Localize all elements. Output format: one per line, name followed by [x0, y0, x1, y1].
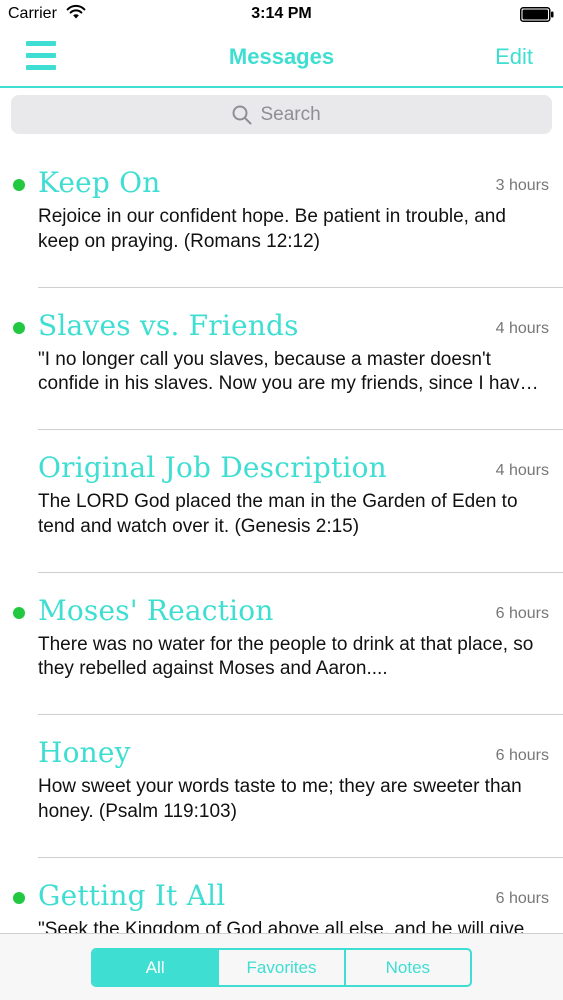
message-time: 4 hours — [495, 462, 549, 479]
message-item-moses-reaction[interactable]: Moses' Reaction 6 hours There was no wat… — [0, 573, 563, 715]
message-item-honey[interactable]: Honey 6 hours How sweet your words taste… — [0, 715, 563, 858]
message-item-original-job-description[interactable]: Original Job Description 4 hours The LOR… — [0, 430, 563, 573]
message-time: 3 hours — [495, 177, 549, 194]
status-bar: Carrier 3:14 PM — [0, 0, 563, 30]
message-title: Original Job Description — [38, 451, 387, 484]
filter-segmented-control: All Favorites Notes — [91, 948, 472, 987]
message-preview: How sweet your words taste to me; they a… — [38, 776, 522, 822]
message-item-getting-it-all[interactable]: Getting It All 6 hours "Seek the Kingdom… — [0, 858, 563, 934]
message-preview: There was no water for the people to dri… — [38, 633, 534, 680]
message-item-slaves-vs-friends[interactable]: Slaves vs. Friends 4 hours "I no longer … — [0, 288, 563, 430]
message-time: 4 hours — [495, 319, 549, 337]
filter-tab-notes[interactable]: Notes — [343, 950, 470, 985]
unread-dot — [13, 179, 25, 191]
filter-tab-all[interactable]: All — [93, 950, 218, 985]
message-preview: "Seek the Kingdom of God above all else,… — [38, 918, 525, 934]
unread-dot — [13, 891, 25, 904]
search-bar[interactable] — [11, 95, 552, 134]
navigation-bar: Messages Edit — [0, 30, 563, 88]
message-item-keep-on[interactable]: Keep On 3 hours Rejoice in our confident… — [0, 145, 563, 288]
message-preview: "I no longer call you slaves, because a … — [38, 348, 531, 395]
message-time: 6 hours — [495, 747, 549, 764]
search-icon — [232, 105, 251, 124]
message-title: Getting It All — [38, 878, 226, 912]
message-time: 6 hours — [495, 889, 549, 907]
filter-tab-favorites[interactable]: Favorites — [217, 950, 343, 985]
message-preview: The LORD God placed the man in the Garde… — [38, 491, 518, 537]
filter-toolbar: All Favorites Notes — [0, 933, 563, 1000]
message-list: Keep On 3 hours Rejoice in our confident… — [0, 145, 563, 933]
message-title: Honey — [38, 736, 131, 769]
edit-button[interactable]: Edit — [495, 44, 533, 70]
page-title: Messages — [228, 44, 335, 69]
status-time: 3:14 PM — [251, 5, 312, 22]
unread-dot — [13, 321, 25, 334]
message-title: Slaves vs. Friends — [38, 308, 299, 342]
message-title: Moses' Reaction — [38, 593, 274, 627]
unread-dot — [13, 606, 25, 619]
search-input[interactable] — [260, 103, 333, 126]
message-time: 6 hours — [495, 604, 549, 622]
battery-icon — [520, 7, 554, 22]
message-preview: Rejoice in our confident hope. Be patien… — [38, 206, 506, 252]
message-title: Keep On — [38, 166, 161, 199]
